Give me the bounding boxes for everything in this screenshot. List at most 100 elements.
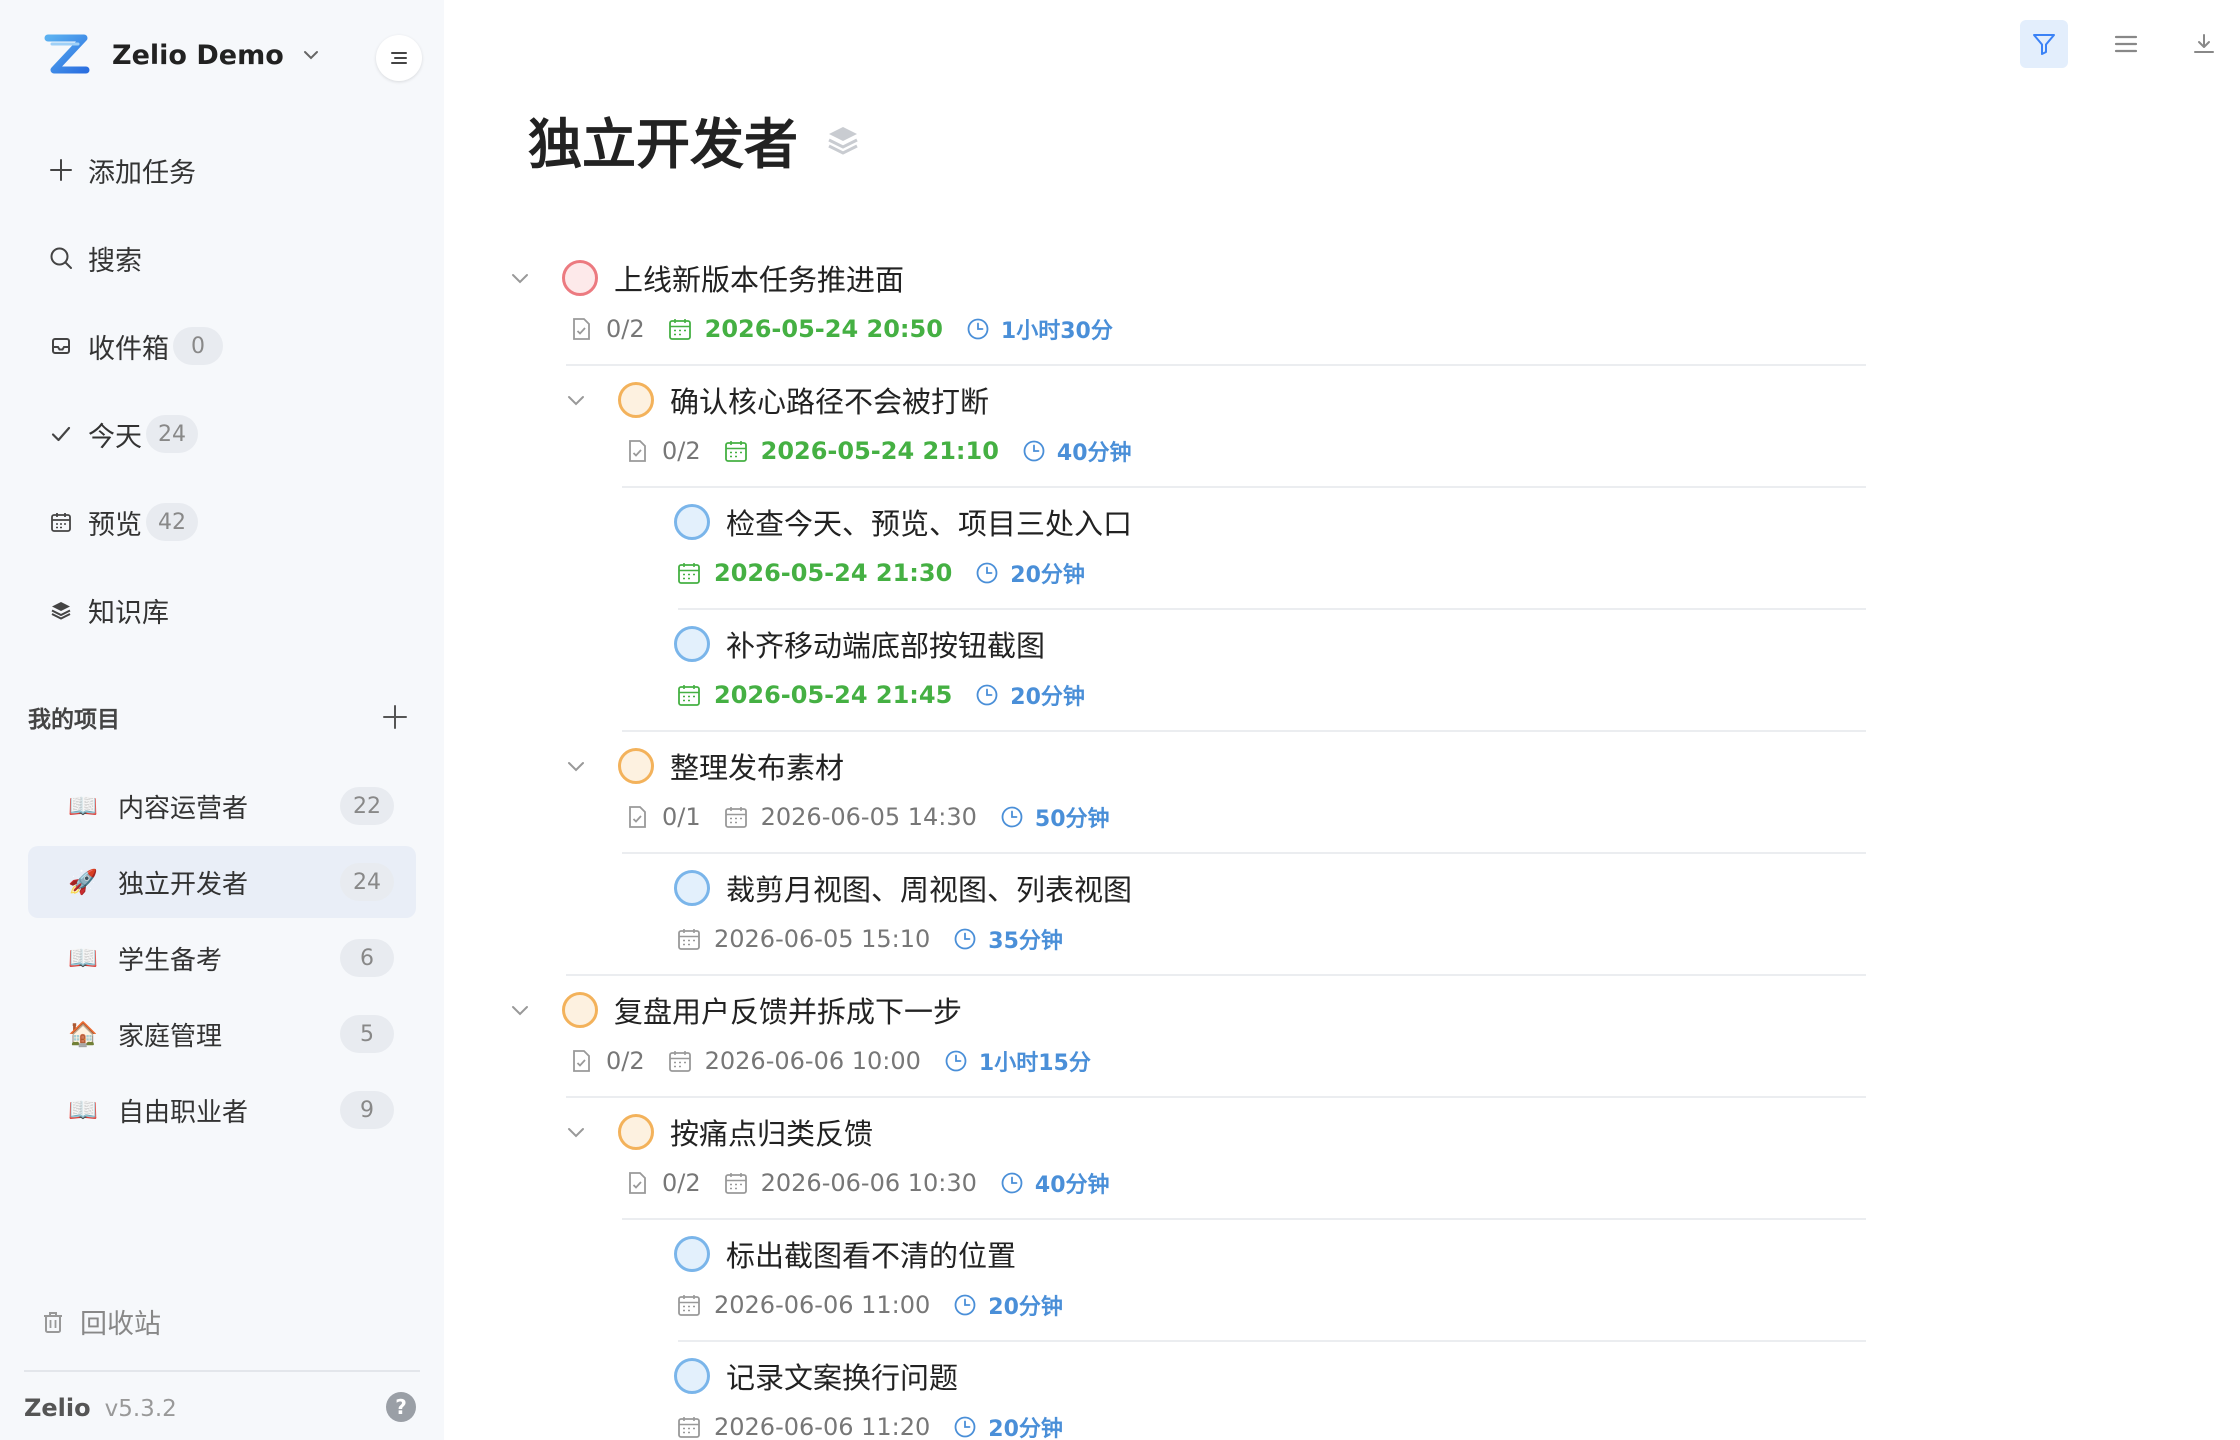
task-checkbox[interactable] bbox=[618, 748, 654, 784]
task-checkbox[interactable] bbox=[674, 1236, 710, 1272]
subtask-doc-icon bbox=[629, 1172, 646, 1194]
task-title: 上线新版本任务推进面 bbox=[614, 263, 905, 297]
calendar-icon bbox=[668, 1051, 691, 1072]
clock-icon bbox=[976, 562, 998, 584]
subtask-progress: 0/2 bbox=[606, 315, 645, 343]
plus-icon bbox=[50, 159, 72, 181]
due-date: 2026-06-06 11:00 bbox=[714, 1291, 931, 1319]
nav-today[interactable]: 今天 24 bbox=[46, 412, 198, 456]
inbox-count-badge: 0 bbox=[173, 327, 223, 365]
task-divider bbox=[622, 486, 1866, 488]
duration: 40分钟 bbox=[1056, 441, 1132, 466]
calendar-icon bbox=[668, 319, 691, 340]
project-count-badge: 6 bbox=[340, 939, 394, 977]
chevron-down-icon[interactable] bbox=[564, 754, 588, 778]
task-checkbox[interactable] bbox=[562, 992, 598, 1028]
nav-knowledge[interactable]: 知识库 bbox=[46, 588, 169, 632]
task-divider bbox=[566, 974, 1866, 976]
task-checkbox[interactable] bbox=[674, 504, 710, 540]
duration: 1小时15分 bbox=[978, 1051, 1091, 1076]
app-version: v5.3.2 bbox=[104, 1396, 177, 1422]
task-title: 复盘用户反馈并拆成下一步 bbox=[614, 995, 963, 1029]
project-label: 家庭管理 bbox=[118, 1021, 223, 1052]
nav-add-task[interactable]: 添加任务 bbox=[46, 148, 196, 192]
layers-icon[interactable] bbox=[824, 121, 862, 159]
subtask-progress: 0/2 bbox=[662, 437, 701, 465]
book-icon: 📖 bbox=[68, 792, 98, 820]
nav-search[interactable]: 搜索 bbox=[46, 236, 142, 280]
add-project-icon[interactable] bbox=[380, 702, 410, 732]
task-checkbox[interactable] bbox=[562, 260, 598, 296]
nav-preview-label: 预览 bbox=[88, 509, 142, 541]
list-view-button[interactable] bbox=[2102, 20, 2150, 68]
clock-icon bbox=[967, 318, 989, 340]
project-label: 自由职业者 bbox=[118, 1097, 249, 1128]
task-divider bbox=[566, 364, 1866, 366]
calendar-icon bbox=[678, 685, 700, 706]
project-label: 学生备考 bbox=[118, 945, 223, 976]
preview-count-badge: 42 bbox=[146, 503, 198, 541]
task-checkbox[interactable] bbox=[618, 382, 654, 418]
task-title: 确认核心路径不会被打断 bbox=[670, 385, 990, 419]
project-count-badge: 9 bbox=[340, 1091, 394, 1129]
duration: 20分钟 bbox=[1010, 685, 1085, 710]
trash-label: 回收站 bbox=[80, 1309, 161, 1340]
task-checkbox[interactable] bbox=[674, 626, 710, 662]
nav-inbox[interactable]: 收件箱 0 bbox=[46, 324, 223, 368]
calendar-icon bbox=[51, 513, 71, 532]
filter-icon bbox=[2033, 34, 2055, 55]
project-item-content-ops[interactable]: 📖 内容运营者 22 bbox=[28, 770, 416, 842]
subtask-doc-icon bbox=[629, 806, 646, 828]
project-label: 内容运营者 bbox=[118, 793, 249, 824]
task-divider bbox=[622, 852, 1866, 854]
duration: 1小时30分 bbox=[1000, 319, 1113, 344]
nav-knowledge-label: 知识库 bbox=[88, 597, 169, 629]
chevron-down-icon[interactable] bbox=[564, 388, 588, 412]
list-icon bbox=[2114, 35, 2138, 53]
duration: 20分钟 bbox=[988, 1295, 1063, 1320]
chevron-down-icon[interactable] bbox=[564, 1120, 588, 1144]
book-icon: 📖 bbox=[68, 944, 98, 972]
trash-link[interactable]: 回收站 bbox=[40, 1302, 161, 1341]
project-item-student[interactable]: 📖 学生备考 6 bbox=[28, 922, 416, 994]
task-title: 按痛点归类反馈 bbox=[670, 1117, 874, 1151]
due-date: 2026-06-06 10:00 bbox=[704, 1047, 921, 1075]
due-date: 2026-06-05 15:10 bbox=[714, 925, 931, 953]
footer-brand: Zelio bbox=[24, 1394, 91, 1422]
clock-icon bbox=[1001, 1172, 1023, 1194]
workspace-switcher[interactable]: Zelio Demo bbox=[40, 28, 322, 82]
chevron-down-icon[interactable] bbox=[508, 266, 532, 290]
task-checkbox[interactable] bbox=[618, 1114, 654, 1150]
sidebar-divider bbox=[24, 1370, 420, 1372]
sidebar-footer: Zelio v5.3.2 ? bbox=[24, 1392, 416, 1422]
help-icon[interactable]: ? bbox=[386, 1392, 416, 1422]
chevron-down-icon[interactable] bbox=[508, 998, 532, 1022]
today-count-badge: 24 bbox=[146, 415, 198, 453]
subtask-progress: 0/2 bbox=[662, 1169, 701, 1197]
clock-icon bbox=[976, 684, 998, 706]
zelio-logo-icon bbox=[44, 34, 90, 74]
task-title: 标出截图看不清的位置 bbox=[726, 1239, 1017, 1273]
collapse-sidebar-button[interactable] bbox=[376, 35, 422, 81]
due-date: 2026-05-24 21:30 bbox=[714, 559, 953, 587]
project-label: 独立开发者 bbox=[118, 869, 249, 900]
project-count-badge: 24 bbox=[340, 863, 394, 901]
task-checkbox[interactable] bbox=[674, 870, 710, 906]
task-title: 补齐移动端底部按钮截图 bbox=[726, 629, 1046, 663]
filter-button[interactable] bbox=[2020, 20, 2068, 68]
project-item-indie-dev[interactable]: 🚀 独立开发者 24 bbox=[28, 846, 416, 918]
project-item-freelancer[interactable]: 📖 自由职业者 9 bbox=[28, 1074, 416, 1146]
duration: 40分钟 bbox=[1034, 1173, 1110, 1198]
export-button[interactable] bbox=[2180, 20, 2228, 68]
trash-icon bbox=[44, 1311, 62, 1333]
nav-preview[interactable]: 预览 42 bbox=[46, 500, 198, 544]
task-checkbox[interactable] bbox=[674, 1358, 710, 1394]
clock-icon bbox=[954, 1416, 976, 1438]
task-title: 检查今天、预览、项目三处入口 bbox=[726, 507, 1133, 541]
clock-icon bbox=[954, 1294, 976, 1316]
house-icon: 🏠 bbox=[68, 1020, 98, 1048]
due-date: 2026-06-05 14:30 bbox=[760, 803, 977, 831]
layers-icon bbox=[51, 602, 71, 620]
project-count-badge: 5 bbox=[340, 1015, 394, 1053]
project-item-home[interactable]: 🏠 家庭管理 5 bbox=[28, 998, 416, 1070]
